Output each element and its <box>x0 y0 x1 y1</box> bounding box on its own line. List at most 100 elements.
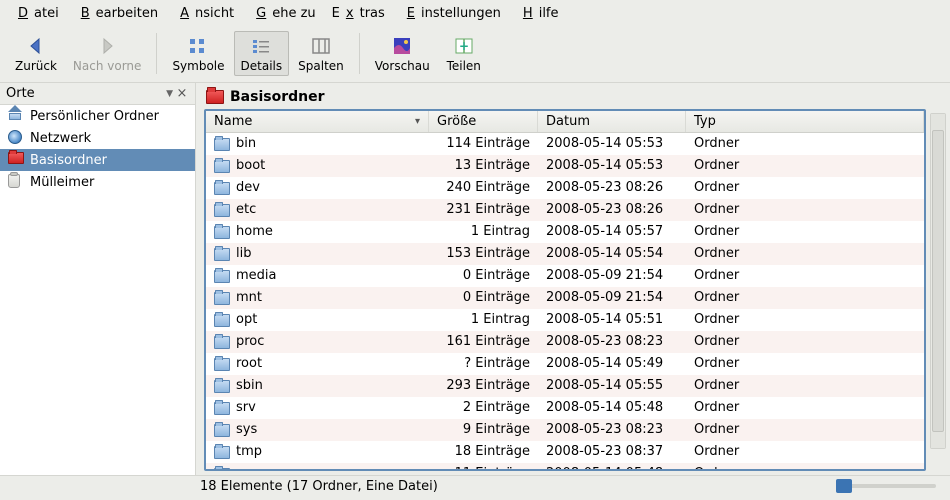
file-name: dev <box>236 177 260 199</box>
file-date: 2008-05-14 05:48 <box>538 397 686 419</box>
file-name: home <box>236 221 273 243</box>
scroll-up-button[interactable] <box>931 114 945 130</box>
forward-button[interactable]: Nach vorne <box>66 31 149 76</box>
file-date: 2008-05-14 05:51 <box>538 309 686 331</box>
file-name: opt <box>236 309 257 331</box>
folder-icon <box>214 182 230 195</box>
table-row[interactable]: root? Einträge2008-05-14 05:49Ordner <box>206 353 924 375</box>
places-sidebar: Orte ▼ × Persönlicher OrdnerNetzwerkBasi… <box>0 83 196 475</box>
file-name: root <box>236 353 262 375</box>
file-name: bin <box>236 133 256 155</box>
menubar: DateiBearbeitenAnsichtGehe zuExtrasEinst… <box>0 0 950 27</box>
file-date: 2008-05-14 05:54 <box>538 243 686 265</box>
file-name: media <box>236 265 277 287</box>
table-row[interactable]: srv2 Einträge2008-05-14 05:48Ordner <box>206 397 924 419</box>
file-date: 2008-05-14 05:53 <box>538 133 686 155</box>
file-size: 1 Eintrag <box>429 221 538 243</box>
close-sidebar-button[interactable]: × <box>175 87 189 101</box>
file-name: mnt <box>236 287 262 309</box>
menu-item[interactable]: Einstellungen <box>395 4 507 23</box>
file-size: 0 Einträge <box>429 265 538 287</box>
table-row[interactable]: lib153 Einträge2008-05-14 05:54Ordner <box>206 243 924 265</box>
file-type: Ordner <box>686 353 924 375</box>
menu-item[interactable]: Extras <box>326 4 391 23</box>
file-name: tmp <box>236 441 262 463</box>
sidebar-place[interactable]: Netzwerk <box>0 127 195 149</box>
toolbar-separator <box>359 33 360 74</box>
scroll-track[interactable] <box>931 130 945 432</box>
zoom-slider[interactable] <box>832 484 940 488</box>
file-date: 2008-05-09 21:54 <box>538 265 686 287</box>
table-row[interactable]: boot13 Einträge2008-05-14 05:53Ordner <box>206 155 924 177</box>
file-size: 13 Einträge <box>429 155 538 177</box>
preview-button[interactable]: Vorschau <box>368 31 437 76</box>
scroll-thumb[interactable] <box>932 130 944 432</box>
table-row[interactable]: media0 Einträge2008-05-09 21:54Ordner <box>206 265 924 287</box>
menu-item[interactable]: Bearbeiten <box>69 4 164 23</box>
sidebar-place[interactable]: Mülleimer <box>0 171 195 193</box>
file-size: 1 Eintrag <box>429 309 538 331</box>
iconview-label: Symbole <box>172 59 224 73</box>
file-size: 240 Einträge <box>429 177 538 199</box>
table-row[interactable]: sbin293 Einträge2008-05-14 05:55Ordner <box>206 375 924 397</box>
table-row[interactable]: opt 1 Eintrag2008-05-14 05:51Ordner <box>206 309 924 331</box>
table-row[interactable]: bin114 Einträge2008-05-14 05:53Ordner <box>206 133 924 155</box>
zoom-thumb[interactable] <box>836 479 852 493</box>
table-row[interactable]: home1 Eintrag2008-05-14 05:57Ordner <box>206 221 924 243</box>
table-row[interactable]: etc231 Einträge2008-05-23 08:26Ordner <box>206 199 924 221</box>
vertical-scrollbar[interactable] <box>930 113 946 449</box>
folder-icon <box>214 314 230 327</box>
file-size: 161 Einträge <box>429 331 538 353</box>
file-name: lib <box>236 243 251 265</box>
menu-item[interactable]: Ansicht <box>168 4 240 23</box>
table-row[interactable]: dev240 Einträge2008-05-23 08:26Ordner <box>206 177 924 199</box>
place-label: Persönlicher Ordner <box>30 109 159 124</box>
column-header-name[interactable]: Name ▾ <box>206 111 429 132</box>
iconview-button[interactable]: Symbole <box>165 31 231 76</box>
menu-item[interactable]: Hilfe <box>511 4 565 23</box>
file-date: 2008-05-14 05:49 <box>538 353 686 375</box>
file-type: Ordner <box>686 309 924 331</box>
zoom-track[interactable] <box>836 484 936 488</box>
file-size: 2 Einträge <box>429 397 538 419</box>
table-row[interactable]: usr11 Einträge2008-05-14 05:48Ordner <box>206 463 924 469</box>
file-date: 2008-05-23 08:26 <box>538 177 686 199</box>
sidebar-place[interactable]: Basisordner <box>0 149 195 171</box>
table-row[interactable]: tmp18 Einträge2008-05-23 08:37Ordner <box>206 441 924 463</box>
place-label: Mülleimer <box>30 175 94 190</box>
menu-item[interactable]: Gehe zu <box>244 4 322 23</box>
detailsview-button[interactable]: Details <box>234 31 290 76</box>
file-type: Ordner <box>686 419 924 441</box>
file-date: 2008-05-14 05:53 <box>538 155 686 177</box>
detailsview-label: Details <box>241 59 283 73</box>
file-date: 2008-05-23 08:23 <box>538 331 686 353</box>
back-button[interactable]: Zurück <box>8 31 64 76</box>
details-view-icon <box>250 35 272 57</box>
folder-icon <box>214 248 230 261</box>
folder-icon <box>214 424 230 437</box>
column-header-type[interactable]: Typ <box>686 111 924 132</box>
table-row[interactable]: mnt0 Einträge2008-05-09 21:54Ordner <box>206 287 924 309</box>
file-type: Ordner <box>686 199 924 221</box>
file-type: Ordner <box>686 155 924 177</box>
file-size: 0 Einträge <box>429 287 538 309</box>
menu-item[interactable]: Datei <box>6 4 65 23</box>
column-header-size[interactable]: Größe <box>429 111 538 132</box>
folder-icon <box>214 446 230 459</box>
split-button[interactable]: + Teilen <box>439 31 489 76</box>
scroll-down-button[interactable] <box>931 432 945 448</box>
table-row[interactable]: proc161 Einträge2008-05-23 08:23Ordner <box>206 331 924 353</box>
file-size: 18 Einträge <box>429 441 538 463</box>
columnview-button[interactable]: Spalten <box>291 31 351 76</box>
table-row[interactable]: sys9 Einträge2008-05-23 08:23Ordner <box>206 419 924 441</box>
sidebar-place[interactable]: Persönlicher Ordner <box>0 105 195 127</box>
status-text: 18 Elemente (17 Ordner, Eine Datei) <box>200 479 438 494</box>
file-size: 231 Einträge <box>429 199 538 221</box>
folder-icon <box>206 90 224 104</box>
folder-icon <box>214 402 230 415</box>
column-header-date[interactable]: Datum <box>538 111 686 132</box>
folder-icon <box>214 358 230 371</box>
folder-icon <box>214 204 230 217</box>
chevron-down-icon[interactable]: ▼ <box>166 89 173 99</box>
file-size: 9 Einträge <box>429 419 538 441</box>
